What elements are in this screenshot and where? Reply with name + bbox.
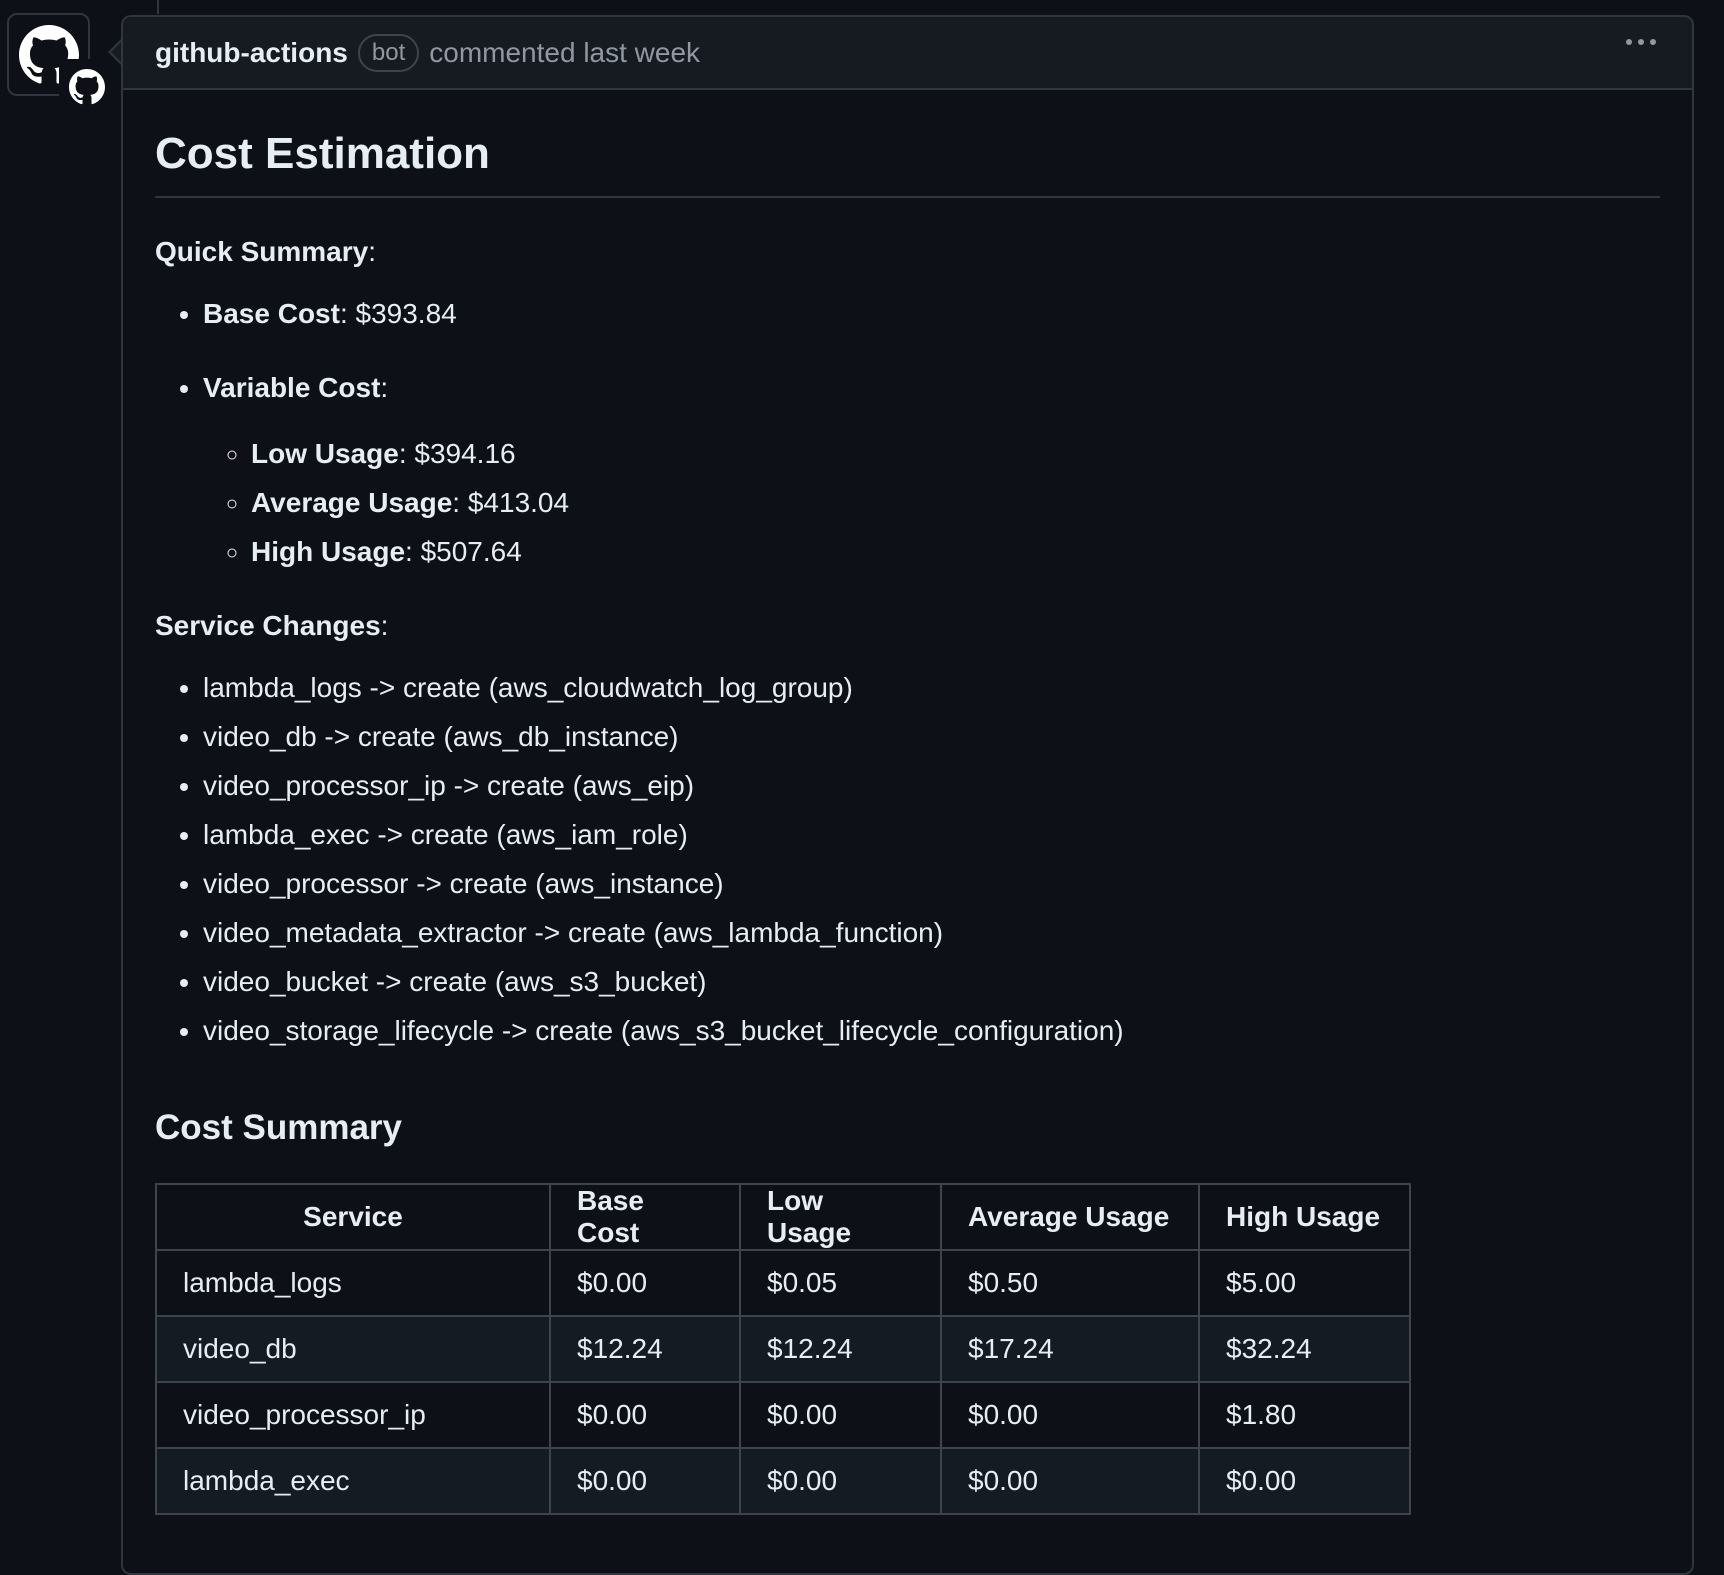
low-usage-label: Low Usage	[251, 438, 399, 469]
cost-summary-heading: Cost Summary	[155, 1108, 403, 1147]
list-item: lambda_logs -> create (aws_cloudwatch_lo…	[203, 668, 1660, 708]
quick-summary-heading: Quick Summary:	[155, 236, 376, 267]
base-cost-value: $393.84	[355, 298, 457, 329]
table-cell: lambda_logs	[155, 1249, 551, 1317]
comment-box: github-actions bot commented last week C…	[121, 15, 1694, 1575]
table-cell: $0.00	[549, 1249, 741, 1317]
table-cell: $12.24	[549, 1315, 741, 1383]
comment-body: Cost Estimation Quick Summary: Base Cost…	[123, 90, 1692, 1515]
high-usage-value: $507.64	[420, 536, 522, 567]
high-usage-label: High Usage	[251, 536, 406, 567]
column-header-average-usage: Average Usage	[940, 1183, 1200, 1251]
cost-summary-table: Service Base Cost Low Usage Average Usag…	[155, 1183, 1411, 1515]
list-item: video_metadata_extractor -> create (aws_…	[203, 913, 1660, 953]
list-item: High Usage: $507.64	[251, 532, 1660, 572]
service-changes-heading: Service Changes:	[155, 610, 389, 641]
quick-summary-list: Base Cost: $393.84 Variable Cost: Low Us…	[155, 294, 1660, 572]
table-cell: $0.00	[1198, 1447, 1411, 1515]
table-row: video_processor_ip $0.00 $0.00 $0.00 $1.…	[155, 1381, 1411, 1449]
quick-summary-label: Quick Summary	[155, 236, 369, 267]
github-app-icon	[59, 59, 115, 115]
bot-badge: bot	[357, 33, 420, 72]
comment-author-link[interactable]: github-actions	[155, 37, 348, 69]
table-cell: $12.24	[739, 1315, 942, 1383]
table-cell: $0.50	[940, 1249, 1200, 1317]
table-cell: video_processor_ip	[155, 1381, 551, 1449]
table-cell: $32.24	[1198, 1315, 1411, 1383]
list-item: video_bucket -> create (aws_s3_bucket)	[203, 962, 1660, 1002]
list-item: Average Usage: $413.04	[251, 483, 1660, 523]
table-cell: $0.00	[549, 1381, 741, 1449]
table-row: video_db $12.24 $12.24 $17.24 $32.24	[155, 1315, 1411, 1383]
table-cell: $0.00	[739, 1447, 942, 1515]
page-title: Cost Estimation	[155, 90, 1660, 198]
kebab-horizontal-icon[interactable]	[1626, 39, 1656, 45]
table-cell: lambda_exec	[155, 1447, 551, 1515]
column-header-base-cost: Base Cost	[549, 1183, 741, 1251]
table-cell: $1.80	[1198, 1381, 1411, 1449]
column-header-high-usage: High Usage	[1198, 1183, 1411, 1251]
service-changes-list: lambda_logs -> create (aws_cloudwatch_lo…	[155, 668, 1660, 1051]
base-cost-label: Base Cost	[203, 298, 340, 329]
variable-cost-item: Variable Cost: Low Usage: $394.16 Averag…	[203, 368, 1660, 572]
service-changes-label: Service Changes	[155, 610, 381, 641]
table-row: lambda_logs $0.00 $0.05 $0.50 $5.00	[155, 1249, 1411, 1317]
table-cell: $5.00	[1198, 1249, 1411, 1317]
column-header-low-usage: Low Usage	[739, 1183, 942, 1251]
base-cost-item: Base Cost: $393.84	[203, 294, 1660, 334]
list-item: video_storage_lifecycle -> create (aws_s…	[203, 1011, 1660, 1051]
table-cell: video_db	[155, 1315, 551, 1383]
author-avatar[interactable]	[7, 13, 115, 115]
low-usage-value: $394.16	[414, 438, 516, 469]
list-item: Low Usage: $394.16	[251, 434, 1660, 474]
average-usage-value: $413.04	[467, 487, 570, 518]
table-cell: $0.00	[739, 1381, 942, 1449]
average-usage-label: Average Usage	[251, 487, 453, 518]
list-item: lambda_exec -> create (aws_iam_role)	[203, 815, 1660, 855]
variable-cost-label: Variable Cost	[203, 372, 381, 403]
table-cell: $0.00	[940, 1381, 1200, 1449]
table-header-row: Service Base Cost Low Usage Average Usag…	[155, 1183, 1411, 1251]
list-item: video_processor_ip -> create (aws_eip)	[203, 766, 1660, 806]
comment-header: github-actions bot commented last week	[123, 17, 1692, 90]
table-cell: $0.05	[739, 1249, 942, 1317]
table-row: lambda_exec $0.00 $0.00 $0.00 $0.00	[155, 1447, 1411, 1515]
timeline-line	[157, 0, 159, 14]
column-header-service: Service	[155, 1183, 551, 1251]
table-cell: $17.24	[940, 1315, 1200, 1383]
table-cell: $0.00	[940, 1447, 1200, 1515]
list-item: video_db -> create (aws_db_instance)	[203, 717, 1660, 757]
variable-cost-list: Low Usage: $394.16 Average Usage: $413.0…	[203, 434, 1660, 572]
list-item: video_processor -> create (aws_instance)	[203, 864, 1660, 904]
comment-timestamp[interactable]: commented last week	[429, 37, 700, 69]
table-cell: $0.00	[549, 1447, 741, 1515]
